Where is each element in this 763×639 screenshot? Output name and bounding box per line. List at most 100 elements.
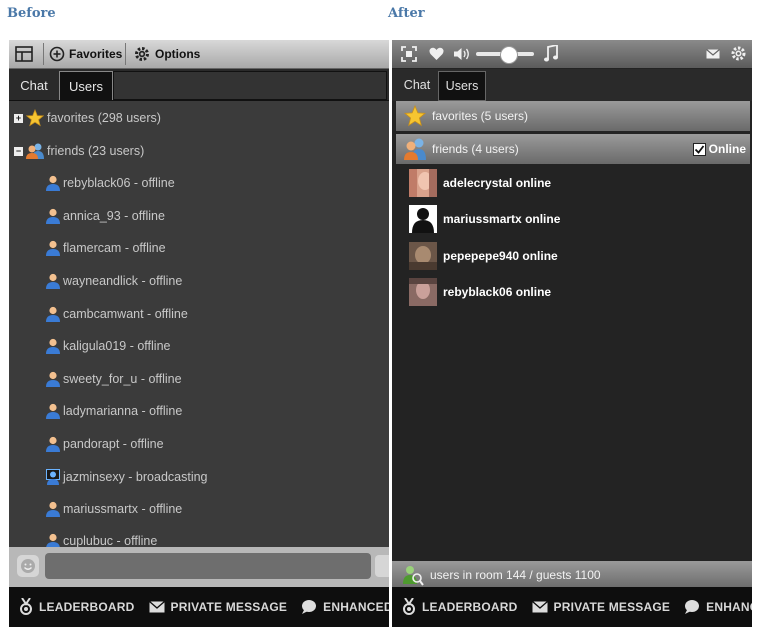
chat-input[interactable] bbox=[45, 553, 371, 579]
options-label: Options bbox=[155, 47, 201, 61]
user-icon bbox=[46, 175, 60, 191]
list-item[interactable]: cambcamwant - offline bbox=[46, 306, 188, 322]
medal-icon bbox=[403, 598, 415, 615]
user-icon bbox=[46, 208, 60, 224]
envelope-icon bbox=[148, 601, 165, 613]
send-button[interactable] bbox=[375, 555, 389, 577]
list-item[interactable]: mariussmartx online bbox=[409, 205, 560, 233]
user-name: adelecrystal bbox=[443, 176, 513, 190]
private-message-link[interactable]: PRIVATE MESSAGE bbox=[148, 600, 288, 614]
private-message-link[interactable]: PRIVATE MESSAGE bbox=[531, 600, 671, 614]
friends-icon bbox=[26, 143, 44, 159]
user-icon bbox=[46, 338, 60, 354]
list-item[interactable]: wayneandlick - offline bbox=[46, 273, 182, 289]
list-item[interactable]: pandorapt - offline bbox=[46, 436, 164, 452]
favorites-button[interactable]: Favorites bbox=[49, 44, 122, 64]
list-item[interactable]: mariussmartx - offline bbox=[46, 501, 182, 517]
user-icon bbox=[46, 273, 60, 289]
after-panel: Chat Users favorites (5 users) friends (… bbox=[392, 40, 752, 627]
heart-icon[interactable] bbox=[429, 47, 444, 61]
chat-bubble-icon bbox=[685, 600, 700, 614]
before-heading: Before bbox=[7, 6, 56, 21]
user-status: online bbox=[515, 176, 552, 190]
list-item[interactable]: jazminsexy - broadcasting bbox=[46, 469, 208, 485]
enhanced-chat-link[interactable]: ENHANCED CHAT bbox=[301, 599, 389, 615]
user-icon bbox=[46, 306, 60, 322]
envelope-icon[interactable] bbox=[706, 49, 720, 59]
after-tab-bar: Chat Users bbox=[392, 69, 752, 101]
group-friends[interactable]: friends (4 users) Online bbox=[396, 134, 750, 164]
group-favorites[interactable]: favorites (5 users) bbox=[396, 101, 750, 131]
layout-icon bbox=[15, 46, 33, 62]
list-item[interactable]: rebyblack06 online bbox=[409, 278, 551, 306]
user-icon bbox=[46, 436, 60, 452]
after-heading: After bbox=[388, 6, 425, 21]
gear-icon[interactable] bbox=[730, 45, 747, 62]
group-friends[interactable]: − friends (23 users) bbox=[14, 142, 144, 160]
online-filter-label: Online bbox=[708, 142, 746, 156]
user-name: rebyblack06 bbox=[443, 285, 513, 299]
options-button[interactable]: Options bbox=[133, 44, 200, 64]
list-item[interactable]: adelecrystal online bbox=[409, 169, 551, 197]
avatar bbox=[409, 278, 437, 306]
list-item[interactable]: flamercam - offline bbox=[46, 240, 166, 256]
online-filter[interactable]: Online bbox=[692, 142, 746, 156]
avatar bbox=[409, 205, 437, 233]
chat-bubble-icon bbox=[302, 600, 317, 614]
after-footer: LEADERBOARD PRIVATE MESSAGE ENHANCED CHA… bbox=[392, 587, 752, 627]
user-list: + favorites (298 users) − friends (23 us… bbox=[9, 101, 389, 549]
user-icon bbox=[46, 240, 60, 256]
room-status-text: users in room 144 / guests 1100 bbox=[430, 568, 601, 582]
list-item[interactable]: sweety_for_u - offline bbox=[46, 371, 182, 387]
tab-users[interactable]: Users bbox=[59, 71, 113, 100]
star-icon bbox=[26, 109, 44, 127]
gear-icon bbox=[135, 47, 149, 61]
group-label: friends (4 users) bbox=[432, 142, 519, 156]
medal-icon bbox=[20, 598, 32, 615]
user-icon bbox=[46, 403, 60, 419]
room-status-bar: users in room 144 / guests 1100 bbox=[392, 561, 752, 589]
avatar bbox=[409, 242, 437, 270]
fullscreen-icon[interactable] bbox=[401, 46, 417, 62]
user-name: pepepepe940 bbox=[443, 249, 520, 263]
users-search-icon bbox=[403, 566, 424, 586]
emoticon-button[interactable] bbox=[17, 555, 39, 577]
leaderboard-link[interactable]: LEADERBOARD bbox=[402, 598, 518, 616]
before-footer: LEADERBOARD PRIVATE MESSAGE ENHANCED CHA… bbox=[9, 587, 389, 627]
volume-slider-handle[interactable] bbox=[500, 46, 518, 64]
before-toolbar: Favorites Options bbox=[9, 40, 389, 69]
broadcasting-icon bbox=[46, 469, 60, 485]
group-label: favorites (298 users) bbox=[47, 111, 161, 125]
list-item[interactable]: kaligula019 - offline bbox=[46, 338, 170, 354]
list-item[interactable]: annica_93 - offline bbox=[46, 208, 165, 224]
enhanced-chat-link[interactable]: ENHANCED CHAT bbox=[684, 599, 752, 615]
tab-chat[interactable]: Chat bbox=[11, 71, 57, 99]
tab-users[interactable]: Users bbox=[438, 71, 486, 101]
volume-icon[interactable] bbox=[454, 47, 470, 61]
chat-input-bar bbox=[9, 547, 389, 587]
user-status: online bbox=[525, 212, 561, 226]
music-note-icon[interactable] bbox=[544, 45, 558, 63]
smiley-icon bbox=[21, 559, 35, 573]
user-icon bbox=[46, 501, 60, 517]
before-tab-bar: Chat Users bbox=[9, 69, 389, 101]
avatar bbox=[409, 169, 437, 197]
before-panel: Favorites Options Chat Users + favorites… bbox=[9, 40, 389, 627]
plus-circle-icon bbox=[49, 46, 65, 62]
collapse-icon[interactable]: − bbox=[14, 146, 23, 156]
user-icon bbox=[46, 371, 60, 387]
leaderboard-link[interactable]: LEADERBOARD bbox=[19, 598, 135, 616]
expand-icon[interactable]: + bbox=[14, 113, 23, 123]
group-favorites[interactable]: + favorites (298 users) bbox=[14, 109, 161, 127]
list-item[interactable]: rebyblack06 - offline bbox=[46, 175, 175, 191]
checkbox-icon[interactable] bbox=[692, 142, 706, 156]
list-item[interactable]: ladymarianna - offline bbox=[46, 403, 182, 419]
layout-button[interactable] bbox=[15, 44, 33, 64]
user-name: mariussmartx bbox=[443, 212, 522, 226]
list-item[interactable]: pepepepe940 online bbox=[409, 242, 558, 270]
tab-chat[interactable]: Chat bbox=[397, 71, 437, 99]
envelope-icon bbox=[531, 601, 548, 613]
group-label: favorites (5 users) bbox=[432, 109, 529, 123]
user-status: online bbox=[515, 285, 552, 299]
star-icon bbox=[404, 105, 426, 127]
